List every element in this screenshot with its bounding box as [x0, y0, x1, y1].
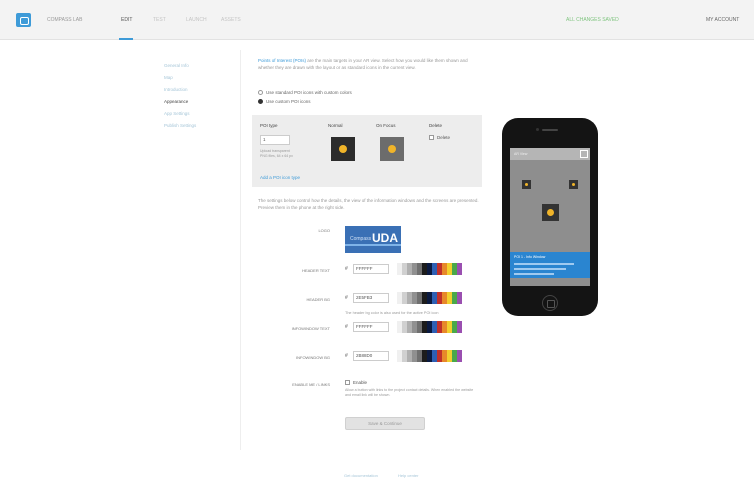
radio-label: Use custom POI icons: [266, 99, 311, 104]
header-text-label: HEADER TEXT: [302, 268, 330, 273]
app-logo-icon[interactable]: [16, 13, 31, 27]
on-focus-label: On Focus: [376, 123, 396, 128]
poi-marker-focus-icon: [388, 145, 396, 153]
enable-checkbox[interactable]: Enable: [345, 380, 367, 385]
color-swatch[interactable]: [457, 292, 462, 304]
radio-label: Use standard POI icons with custom color…: [266, 90, 352, 95]
checkbox[interactable]: [345, 380, 350, 385]
info-line: [514, 268, 566, 270]
color-swatch[interactable]: [457, 350, 462, 362]
content-divider: [240, 50, 241, 450]
focus-icon-upload[interactable]: [380, 137, 404, 161]
delete-checkbox[interactable]: Delete: [429, 135, 450, 140]
app-name: COMPASS LAB: [47, 17, 83, 23]
poi-upload-hint: Upload transparent PNG files, 64 x 64 px: [260, 149, 293, 158]
hash-symbol: #: [345, 295, 348, 301]
normal-label: Normal: [328, 123, 343, 128]
poi-type-label: POI type: [260, 123, 278, 128]
normal-icon-upload[interactable]: [331, 137, 355, 161]
header-bg-label: HEADER BG: [306, 297, 330, 302]
top-bar: COMPASS LAB EDIT TEST LAUNCH ASSETS ALL …: [0, 0, 754, 40]
tab-test[interactable]: TEST: [153, 17, 166, 23]
infowindow-bg-palette[interactable]: [397, 350, 462, 362]
checkbox[interactable]: [429, 135, 434, 140]
tab-edit[interactable]: EDIT: [121, 17, 132, 23]
footer-link-documentation[interactable]: Get documentation: [344, 473, 378, 478]
info-line: [514, 273, 554, 275]
sidebar-item-appearance[interactable]: Appearance: [164, 96, 234, 108]
preview-poi-left-icon: [522, 180, 531, 189]
header-bg-note: The header bg color is also used for the…: [345, 311, 439, 315]
radio-button-selected[interactable]: [258, 99, 263, 104]
infowindow-text-color-input[interactable]: FFFFFF: [353, 322, 389, 332]
sidebar-item-map[interactable]: Map: [164, 72, 234, 84]
appearance-description: The settings below control how the detai…: [258, 198, 479, 210]
color-swatch[interactable]: [457, 321, 462, 333]
add-poi-type-link[interactable]: Add a POI icon type: [260, 175, 300, 180]
infowindow-bg-color-input[interactable]: 2B88D0: [353, 351, 389, 361]
preview-poi-focus-icon: [542, 204, 559, 221]
phone-earpiece: [542, 129, 558, 131]
logo-text-small: Compass: [350, 236, 372, 242]
logo-text-big: UDA: [372, 231, 398, 245]
footer-link-help[interactable]: Help center: [398, 473, 418, 478]
save-continue-button[interactable]: Save & Continue: [345, 417, 425, 430]
phone-camera: [536, 128, 539, 131]
enable-checkbox-label: Enable: [353, 380, 368, 385]
poi-dot-icon: [525, 183, 528, 186]
preview-header: AR View: [510, 148, 590, 160]
preview-title: AR View: [514, 152, 528, 156]
poi-icon-panel: POI type Normal On Focus Delete 1 Upload…: [252, 115, 482, 187]
sidebar-item-introduction[interactable]: Introduction: [164, 84, 234, 96]
delete-label: Delete: [429, 123, 443, 128]
infowindow-text-label: INFOWINDOW TEXT: [291, 326, 330, 331]
expand-icon: [580, 150, 588, 158]
enable-label: ENABLE ME / LINKS: [292, 382, 330, 387]
intro-text: Points of Interest (POIs) are the main t…: [258, 58, 484, 71]
tab-launch[interactable]: LAUNCH: [186, 17, 207, 23]
preview-info-window: POI 1 - Info Window: [510, 252, 590, 278]
phone-preview: AR View POI 1 - Info Window: [502, 118, 598, 316]
sidebar-item-publish-settings[interactable]: Publish Settings: [164, 120, 234, 132]
header-bg-palette[interactable]: [397, 292, 462, 304]
header-text-palette[interactable]: [397, 263, 462, 275]
hash-symbol: #: [345, 353, 348, 359]
delete-checkbox-label: Delete: [437, 135, 451, 140]
hash-symbol: #: [345, 324, 348, 330]
tab-assets[interactable]: ASSETS: [221, 17, 241, 23]
radio-button[interactable]: [258, 90, 263, 95]
user-menu[interactable]: MY ACCOUNT: [706, 17, 739, 23]
info-window-title: POI 1 - Info Window: [514, 255, 546, 259]
info-line: [514, 263, 574, 265]
hash-symbol: #: [345, 266, 348, 272]
sidebar-nav: General Info Map Introduction Appearance…: [164, 60, 234, 132]
poi-marker-icon: [339, 145, 347, 153]
poi-help-link[interactable]: Points of Interest (POIs): [258, 58, 306, 63]
logo-label: LOGO: [318, 228, 330, 233]
preview-poi-right-icon: [569, 180, 578, 189]
home-button-icon: [542, 295, 558, 311]
poi-type-input[interactable]: 1: [260, 135, 290, 145]
save-status: ALL CHANGES SAVED: [566, 17, 619, 23]
active-tab-indicator: [119, 38, 133, 40]
radio-standard-icons[interactable]: Use standard POI icons with custom color…: [258, 90, 352, 95]
infowindow-text-palette[interactable]: [397, 321, 462, 333]
color-swatch[interactable]: [457, 263, 462, 275]
sidebar-item-app-settings[interactable]: App Settings: [164, 108, 234, 120]
sidebar-item-general-info[interactable]: General Info: [164, 60, 234, 72]
poi-dot-icon: [547, 209, 554, 216]
phone-screen: AR View POI 1 - Info Window: [510, 148, 590, 286]
logo-preview[interactable]: Compass UDA: [345, 226, 401, 253]
radio-custom-icons[interactable]: Use custom POI icons: [258, 99, 311, 104]
header-bg-color-input[interactable]: 2E5FB3: [353, 293, 389, 303]
infowindow-bg-label: INFOWINDOW BG: [296, 355, 330, 360]
poi-dot-icon: [572, 183, 575, 186]
header-text-color-input[interactable]: FFFFFF: [353, 264, 389, 274]
enable-note: Allow a button with links to the project…: [345, 388, 474, 397]
